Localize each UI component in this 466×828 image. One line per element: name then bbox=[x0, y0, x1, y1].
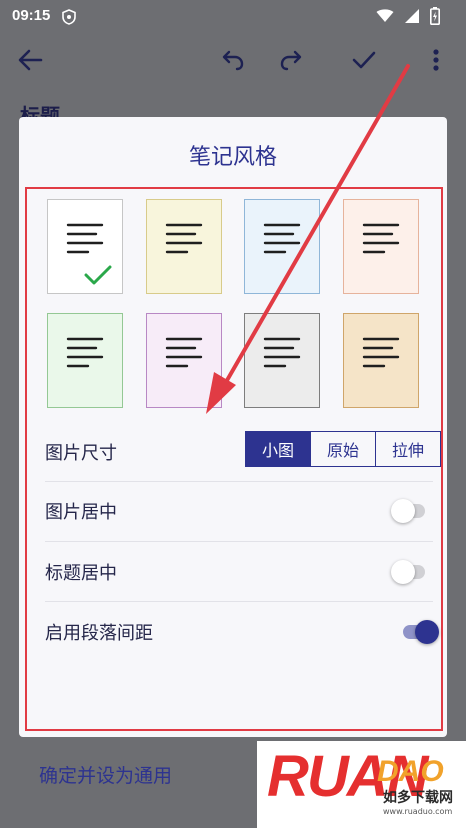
annotation-arrow bbox=[206, 64, 410, 414]
watermark-url: www.ruaduo.com bbox=[383, 807, 453, 816]
watermark-brand-tail: DAO bbox=[377, 755, 444, 788]
watermark-subtitle: 如多下载网 bbox=[383, 790, 453, 806]
watermark-logo: RUAN DAO 如多下载网 www.ruaduo.com bbox=[257, 741, 466, 828]
